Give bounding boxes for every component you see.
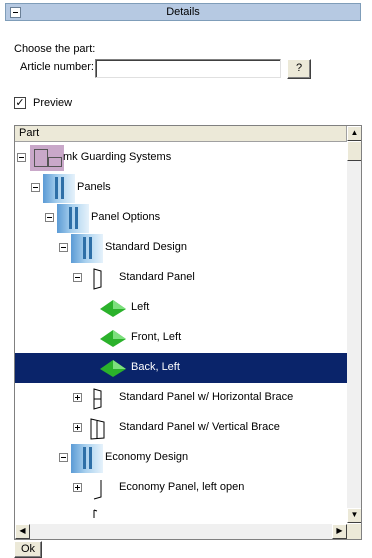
expand-node-icon[interactable] (73, 393, 82, 402)
tree-row[interactable]: mk Guarding Systems (15, 143, 347, 173)
tree-row-label: Panel Options (91, 211, 161, 223)
preview-checkbox[interactable]: ✓ (14, 97, 26, 109)
panel-outline-icon (93, 268, 102, 290)
collapse-node-icon[interactable] (17, 153, 26, 162)
tree-row-label: Standard Panel w/ Horizontal Brace (119, 391, 294, 403)
collapse-node-icon[interactable] (59, 243, 68, 252)
scroll-up-icon[interactable]: ▲ (347, 126, 361, 141)
green-part-icon (100, 360, 126, 377)
ok-button[interactable]: Ok (14, 541, 42, 558)
scroll-left-icon[interactable]: ◀ (15, 524, 30, 539)
tree-row[interactable]: Standard Design (15, 233, 347, 263)
tree-row[interactable]: Economy Panel, left open (15, 473, 347, 503)
folder-icon (71, 444, 103, 473)
panel-vbrace-icon (90, 418, 105, 440)
panel-brace-icon (93, 388, 102, 410)
scroll-right-icon[interactable]: ▶ (332, 524, 347, 539)
vertical-scroll-thumb[interactable] (347, 141, 361, 161)
green-part-icon (100, 330, 126, 347)
folder-icon (43, 174, 75, 203)
tree-row[interactable] (15, 503, 347, 524)
article-number-label: Article number: (20, 61, 94, 73)
vertical-scrollbar[interactable]: ▲ ▼ (347, 126, 361, 523)
collapse-node-icon[interactable] (31, 183, 40, 192)
tree-row-label: Standard Panel (119, 271, 195, 283)
tree-row[interactable]: Panel Options (15, 203, 347, 233)
tree-row-label: Front, Left (131, 331, 182, 343)
panel-title: Details (166, 6, 200, 18)
tree-row-label: Panels (77, 181, 111, 193)
tree-rows: mk Guarding Systems Panels Panel Options… (15, 143, 347, 524)
folder-icon (71, 234, 103, 263)
tree-row[interactable]: Front, Left (15, 323, 347, 353)
tree-row[interactable]: Standard Panel w/ Vertical Brace (15, 413, 347, 443)
part-column-header[interactable]: Part (15, 126, 347, 142)
tree-row-label: Back, Left (131, 361, 180, 373)
tree-row-label: Standard Design (105, 241, 187, 253)
tree-row-label: mk Guarding Systems (63, 151, 172, 163)
assembly-icon (30, 145, 64, 171)
tree-row-label: Left (131, 301, 150, 313)
preview-label: Preview (33, 97, 73, 109)
expand-node-icon[interactable] (73, 423, 82, 432)
panel-partial-icon (93, 509, 98, 518)
horizontal-scrollbar[interactable]: ◀ ▶ (15, 524, 347, 539)
tree-row[interactable]: Panels (15, 173, 347, 203)
part-tree[interactable]: Part mk Guarding Systems Panels Panel Op… (14, 125, 362, 540)
collapse-node-icon[interactable] (73, 273, 82, 282)
scrollbar-corner (347, 524, 361, 539)
tree-row[interactable]: Standard Panel (15, 263, 347, 293)
tree-row[interactable]: Left (15, 293, 347, 323)
details-titlebar: Details (5, 3, 361, 21)
article-number-input[interactable] (95, 59, 281, 78)
panel-open-icon (93, 480, 102, 500)
green-part-icon (100, 300, 126, 317)
expand-node-icon[interactable] (73, 483, 82, 492)
tree-row[interactable]: Standard Panel w/ Horizontal Brace (15, 383, 347, 413)
choose-part-label: Choose the part: (14, 43, 96, 55)
collapse-node-icon[interactable] (59, 453, 68, 462)
folder-icon (57, 204, 89, 233)
scroll-down-icon[interactable]: ▼ (347, 508, 361, 523)
collapse-node-icon[interactable] (45, 213, 54, 222)
browse-article-button[interactable]: ? (287, 59, 311, 79)
tree-row[interactable]: Economy Design (15, 443, 347, 473)
tree-row-selected[interactable]: Back, Left (15, 353, 347, 383)
tree-row-label: Economy Panel, left open (119, 481, 245, 493)
tree-row-label: Standard Panel w/ Vertical Brace (119, 421, 280, 433)
tree-row-label: Economy Design (105, 451, 189, 463)
